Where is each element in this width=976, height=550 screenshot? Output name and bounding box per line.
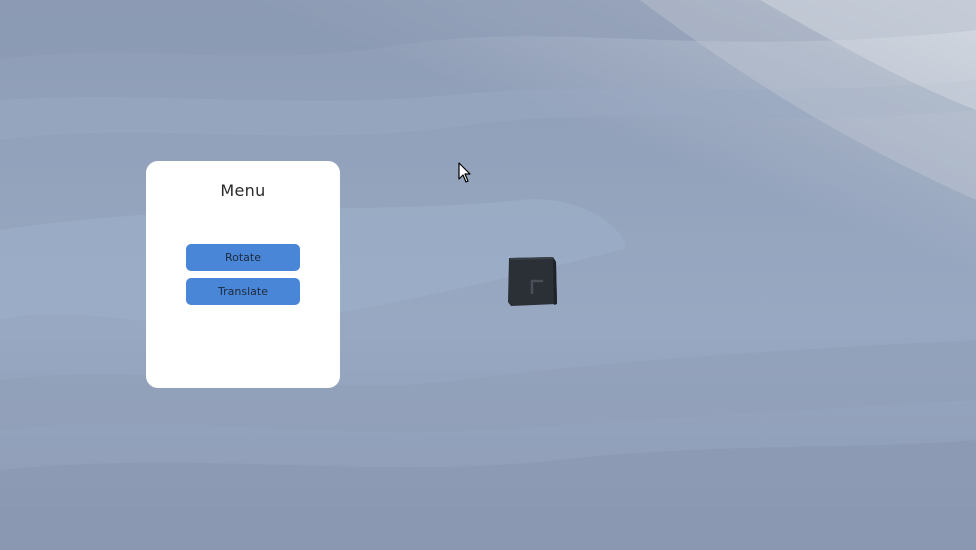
menu-title: Menu [220, 181, 266, 200]
rotate-button[interactable]: Rotate [186, 244, 300, 271]
mouse-pointer-icon [458, 162, 472, 184]
translate-button[interactable]: Translate [186, 278, 300, 305]
menu-panel: Menu Rotate Translate [146, 161, 340, 388]
cube-object[interactable] [507, 256, 559, 308]
